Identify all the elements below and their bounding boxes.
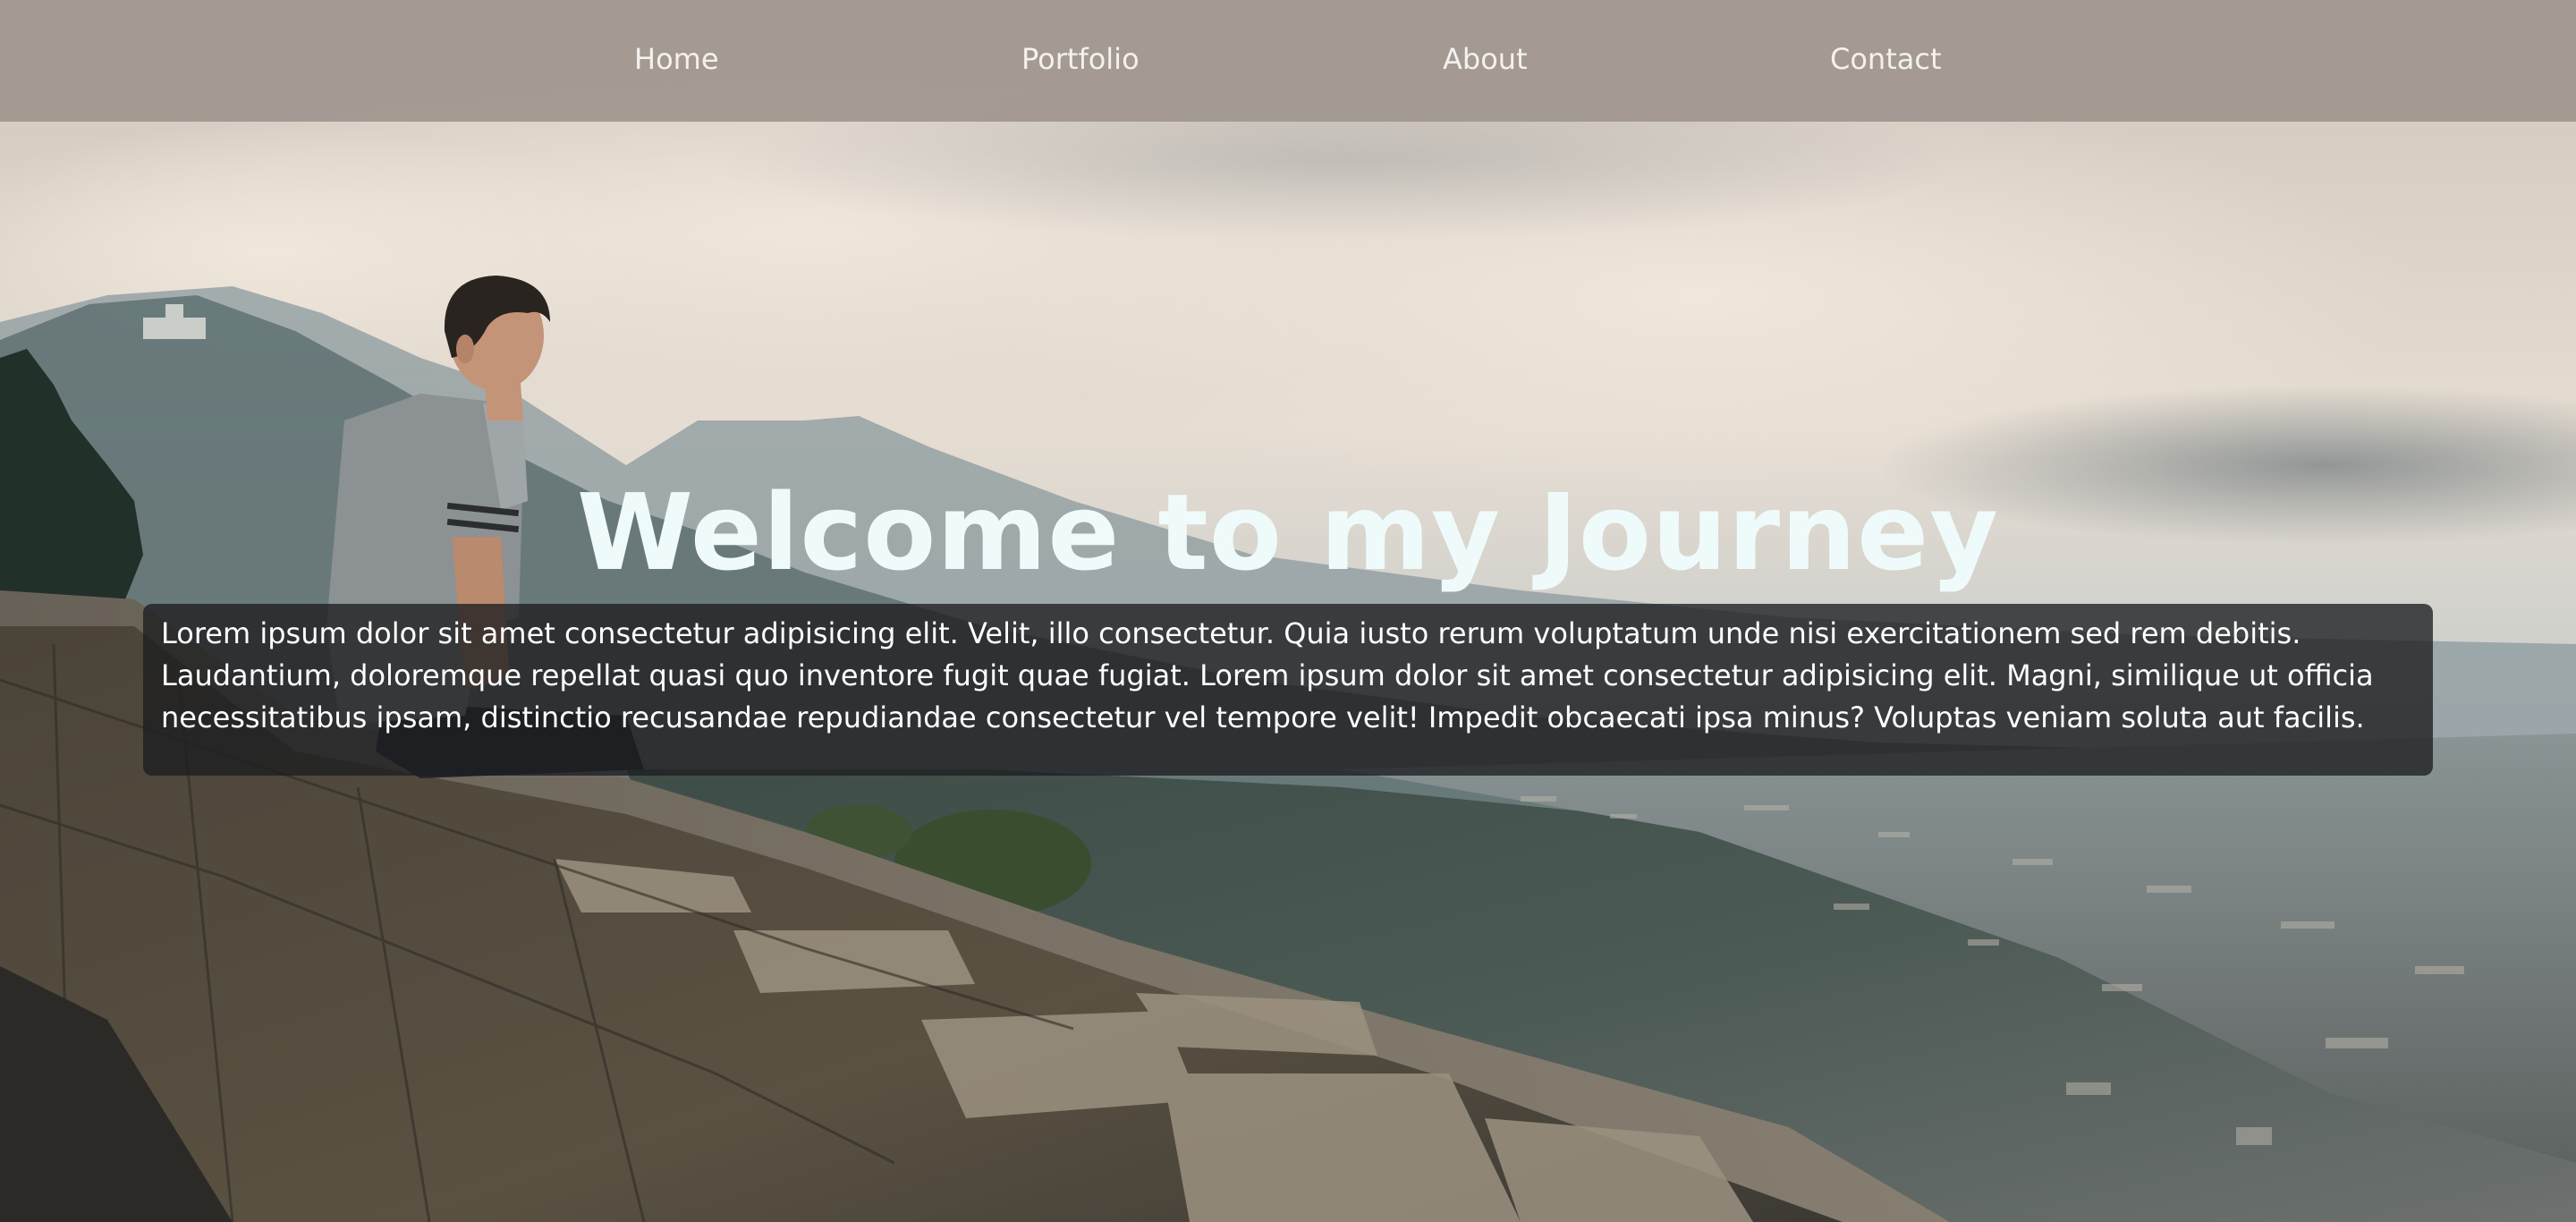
nav-link-about[interactable]: About — [1443, 39, 1528, 79]
nav-link-portfolio[interactable]: Portfolio — [1021, 39, 1140, 79]
hero-description: Lorem ipsum dolor sit amet consectetur a… — [143, 604, 2433, 776]
hero-title: Welcome to my Journey — [576, 471, 2000, 594]
nav-link-contact[interactable]: Contact — [1830, 39, 1942, 79]
page: Home Portfolio About Contact Welcome to … — [0, 0, 2576, 1222]
top-navbar: Home Portfolio About Contact — [0, 0, 2576, 122]
nav-link-home[interactable]: Home — [634, 39, 719, 79]
